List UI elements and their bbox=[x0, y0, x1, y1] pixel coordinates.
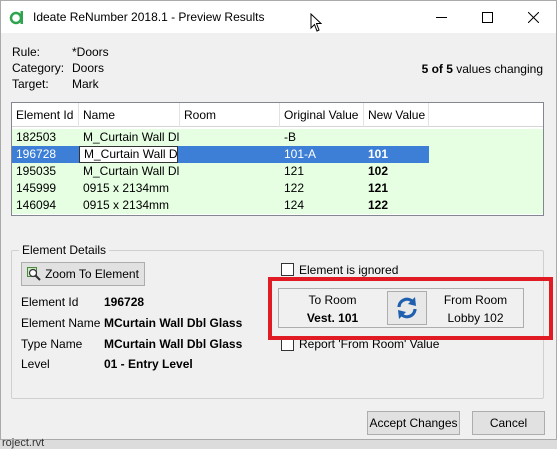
row-filler bbox=[429, 129, 543, 146]
cell-element-id: 196728 bbox=[16, 147, 57, 161]
target-value: Mark bbox=[72, 77, 99, 91]
table-row-selected[interactable]: 196728 M_Curtain Wall Dl 101-A 101 bbox=[12, 146, 429, 163]
grid-header: Element Id Name Room Original Value New … bbox=[12, 103, 543, 127]
cell-original-value: 122 bbox=[284, 181, 305, 195]
column-header-original-value[interactable]: Original Value bbox=[280, 103, 364, 127]
row-filler bbox=[429, 197, 543, 214]
category-value: Doors bbox=[72, 61, 105, 75]
zoom-to-element-button[interactable]: Zoom To Element bbox=[21, 262, 145, 286]
cell-name-editing[interactable]: M_Curtain Wall Dl bbox=[79, 146, 178, 163]
cell-name: 0915 x 2134mm bbox=[83, 181, 170, 195]
app-icon bbox=[9, 8, 27, 26]
level-label: Level bbox=[21, 357, 50, 371]
zoom-button-label: Zoom To Element bbox=[45, 267, 139, 281]
cell-room bbox=[180, 163, 280, 180]
cell-name: M_Curtain Wall Dl bbox=[83, 130, 180, 144]
cell-original-value: 121 bbox=[284, 164, 305, 178]
accept-changes-button[interactable]: Accept Changes bbox=[367, 411, 460, 435]
element-ignored-label: Element is ignored bbox=[299, 263, 399, 277]
maximize-icon bbox=[481, 11, 493, 23]
row-filler bbox=[429, 163, 543, 180]
cell-original-value: -B bbox=[284, 130, 296, 144]
column-header-name[interactable]: Name bbox=[79, 103, 180, 127]
cell-original-value: 124 bbox=[284, 198, 305, 212]
values-changing-summary: 5 of 5 values changing bbox=[422, 62, 543, 76]
cell-new-value: 121 bbox=[368, 181, 389, 195]
column-header-element-id[interactable]: Element Id bbox=[12, 103, 79, 127]
element-name-label: Element Name bbox=[21, 316, 101, 330]
element-id-value: 196728 bbox=[104, 295, 145, 309]
table-row[interactable]: 145999 0915 x 2134mm 122 121 bbox=[12, 180, 429, 197]
table-row[interactable]: 146094 0915 x 2134mm 124 122 bbox=[12, 197, 429, 214]
column-header-room[interactable]: Room bbox=[180, 103, 280, 127]
cell-element-id: 146094 bbox=[16, 198, 57, 212]
table-row[interactable]: 182503 M_Curtain Wall Dl -B bbox=[12, 129, 429, 146]
changing-count: 5 of 5 bbox=[421, 62, 453, 76]
element-name-value: MCurtain Wall Dbl Glass bbox=[104, 316, 243, 330]
cell-element-id: 195035 bbox=[16, 164, 57, 178]
table-row[interactable]: 195035 M_Curtain Wall Dl 121 102 bbox=[12, 163, 429, 180]
rule-value: *Doors bbox=[72, 45, 109, 59]
row-filler bbox=[429, 180, 543, 197]
results-grid[interactable]: Element Id Name Room Original Value New … bbox=[11, 102, 544, 216]
title-bar: Ideate ReNumber 2018.1 - Preview Results bbox=[1, 1, 556, 33]
close-icon bbox=[527, 11, 539, 23]
cell-new-value: 101 bbox=[368, 147, 389, 161]
maximize-button[interactable] bbox=[464, 1, 510, 33]
cell-element-id: 182503 bbox=[16, 130, 57, 144]
zoom-icon bbox=[27, 267, 41, 281]
cell-room bbox=[180, 146, 280, 163]
highlight-box bbox=[268, 277, 553, 340]
mouse-cursor-icon bbox=[310, 12, 324, 33]
close-button[interactable] bbox=[510, 1, 556, 33]
category-label: Category: bbox=[12, 61, 65, 75]
window-title: Ideate ReNumber 2018.1 - Preview Results bbox=[33, 10, 265, 24]
minimize-icon bbox=[435, 16, 447, 18]
column-header-new-value[interactable]: New Value bbox=[364, 103, 429, 127]
cell-new-value: 122 bbox=[368, 198, 389, 212]
rule-label: Rule: bbox=[12, 45, 41, 59]
cell-room bbox=[180, 129, 280, 146]
preview-results-window: Ideate ReNumber 2018.1 - Preview Results… bbox=[0, 0, 557, 440]
cell-new-value bbox=[364, 129, 429, 146]
minimize-button[interactable] bbox=[418, 1, 464, 33]
background-window-strip bbox=[0, 440, 557, 449]
type-name-label: Type Name bbox=[21, 337, 83, 351]
cell-room bbox=[180, 197, 280, 214]
cell-room bbox=[180, 180, 280, 197]
target-label: Target: bbox=[12, 77, 49, 91]
cancel-button[interactable]: Cancel bbox=[472, 411, 545, 435]
background-filename: roject.rvt bbox=[2, 437, 45, 449]
element-id-label: Element Id bbox=[21, 295, 79, 309]
changing-text: values changing bbox=[452, 62, 543, 76]
cell-element-id: 145999 bbox=[16, 181, 57, 195]
cell-name: 0915 x 2134mm bbox=[83, 198, 170, 212]
cell-name: M_Curtain Wall Dl bbox=[83, 164, 180, 178]
level-value: 01 - Entry Level bbox=[104, 357, 193, 371]
type-name-value: MCurtain Wall Dbl Glass bbox=[104, 337, 243, 351]
element-details-title: Element Details bbox=[19, 243, 110, 257]
cell-new-value: 102 bbox=[368, 164, 389, 178]
cell-original-value: 101-A bbox=[284, 147, 317, 161]
element-ignored-checkbox[interactable] bbox=[281, 263, 294, 276]
row-filler bbox=[429, 146, 543, 163]
